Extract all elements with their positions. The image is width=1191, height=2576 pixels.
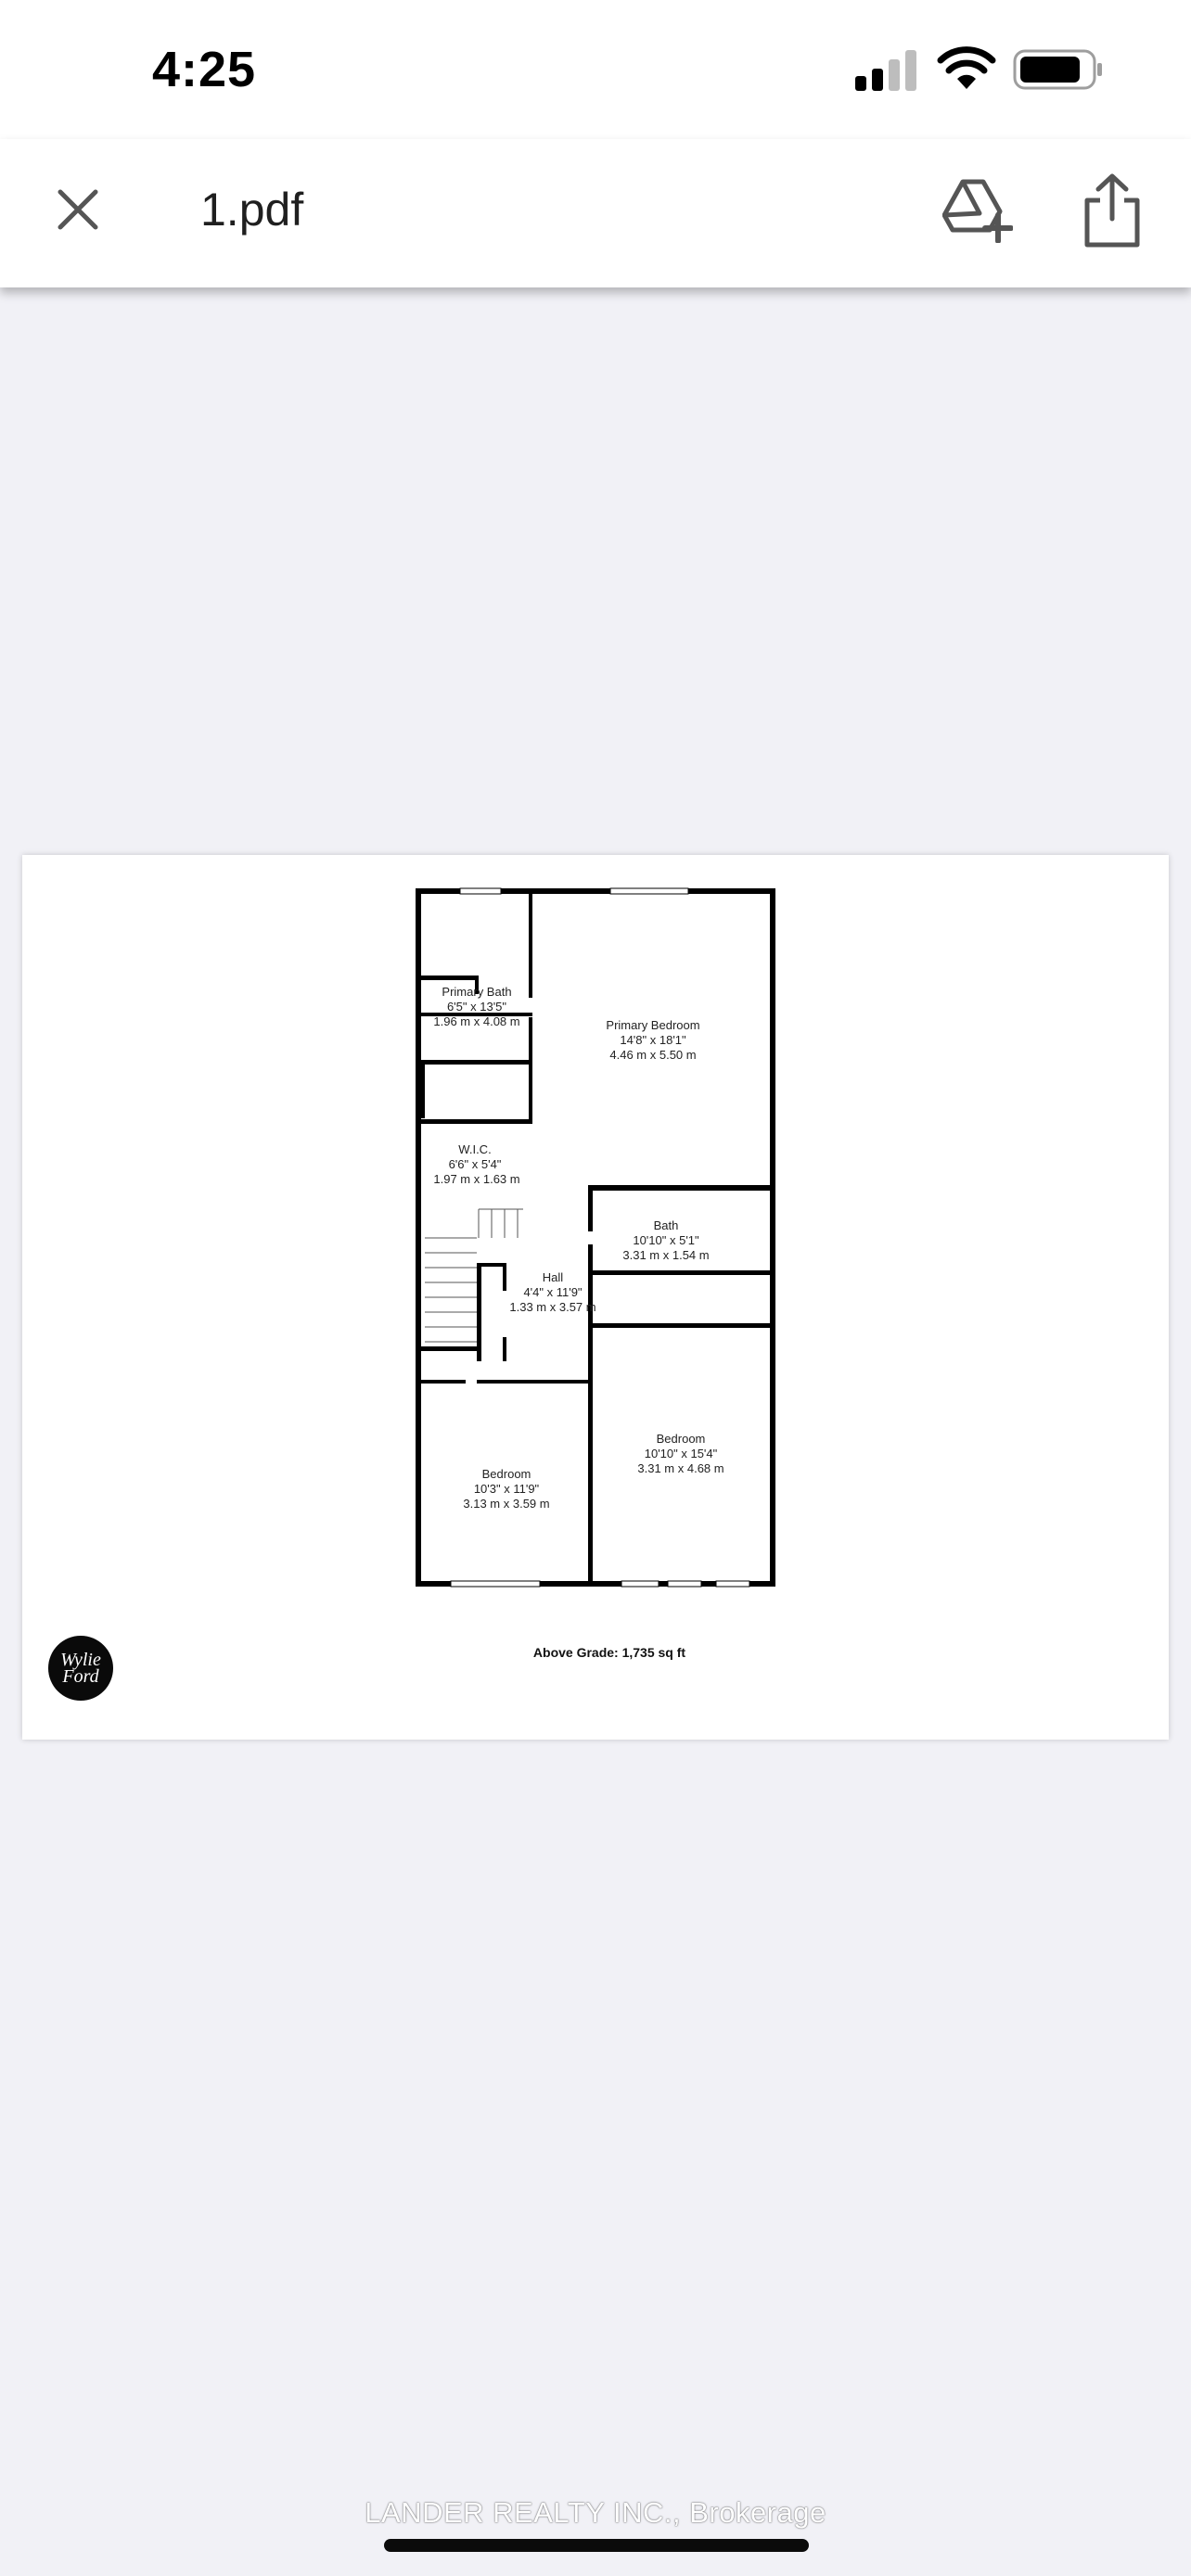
room-size-metric-bedroom-2: 3.31 m x 4.68 m <box>637 1461 724 1475</box>
add-to-drive-button[interactable] <box>941 176 1014 244</box>
room-name-primary-bath: Primary Bath <box>442 985 511 999</box>
wifi-icon <box>937 46 996 89</box>
share-button[interactable] <box>1082 172 1143 249</box>
room-name-bath: Bath <box>654 1218 679 1232</box>
room-size-metric-bath: 3.31 m x 1.54 m <box>622 1248 709 1262</box>
room-size-imperial-primary-bath: 6'5" x 13'5" <box>447 1000 506 1014</box>
close-icon <box>58 189 98 230</box>
close-button[interactable] <box>48 180 108 239</box>
room-size-metric-primary-bedroom: 4.46 m x 5.50 m <box>609 1048 696 1062</box>
room-name-hall: Hall <box>543 1270 564 1284</box>
brokerage-logo: Wylie Ford <box>48 1636 113 1701</box>
brokerage-watermark: LANDER REALTY INC., Brokerage <box>365 2496 826 2529</box>
room-size-imperial-wic: 6'6" x 5'4" <box>449 1157 502 1171</box>
room-size-metric-primary-bath: 1.96 m x 4.08 m <box>433 1014 519 1028</box>
add-to-drive-icon <box>941 179 1014 244</box>
cellular-signal-icon <box>855 50 916 91</box>
document-title: 1.pdf <box>200 184 304 236</box>
room-size-imperial-bath: 10'10" x 5'1" <box>633 1233 699 1247</box>
room-size-metric-wic: 1.97 m x 1.63 m <box>433 1172 519 1186</box>
room-name-primary-bedroom: Primary Bedroom <box>606 1018 699 1032</box>
room-size-imperial-primary-bedroom: 14'8" x 18'1" <box>620 1033 686 1047</box>
room-size-metric-bedroom-3: 3.13 m x 3.59 m <box>463 1497 549 1511</box>
room-name-bedroom-2: Bedroom <box>657 1432 706 1446</box>
above-grade-area: Above Grade: 1,735 sq ft <box>532 1645 686 1660</box>
room-size-imperial-bedroom-2: 10'10" x 15'4" <box>645 1447 718 1460</box>
share-icon <box>1084 173 1140 248</box>
status-time: 4:25 <box>152 42 257 97</box>
floor-plan: Primary Bath 6'5" x 13'5" 1.96 m x 4.08 … <box>416 887 775 1588</box>
pdf-page: Primary Bath 6'5" x 13'5" 1.96 m x 4.08 … <box>22 855 1169 1740</box>
room-name-bedroom-3: Bedroom <box>482 1467 531 1481</box>
room-size-imperial-bedroom-3: 10'3" x 11'9" <box>474 1482 540 1496</box>
home-indicator[interactable] <box>384 2539 809 2552</box>
pdf-viewer-toolbar: 1.pdf <box>0 139 1191 287</box>
status-bar: 4:25 <box>0 0 1191 139</box>
room-size-imperial-hall: 4'4" x 11'9" <box>523 1285 582 1299</box>
room-size-metric-hall: 1.33 m x 3.57 m <box>509 1300 596 1314</box>
battery-icon <box>1013 49 1102 90</box>
room-name-wic: W.I.C. <box>458 1142 491 1156</box>
